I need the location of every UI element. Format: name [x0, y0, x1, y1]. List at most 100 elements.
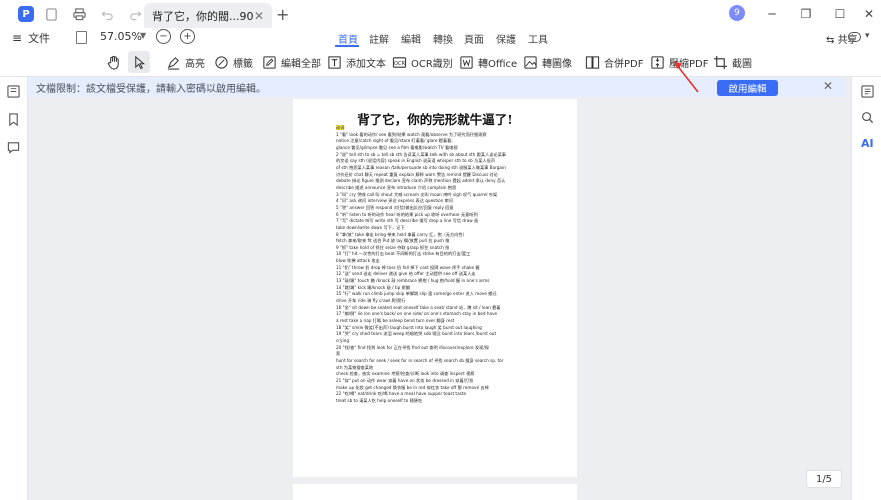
- left-sidebar: [0, 77, 28, 500]
- select-tool[interactable]: [128, 51, 150, 73]
- highlight-button[interactable]: 高亮: [166, 51, 205, 73]
- compress-icon: [650, 55, 665, 70]
- document-line: take down/write down 写下，记下: [336, 224, 405, 230]
- edit-icon: [262, 55, 277, 70]
- document-line: 20 "找/查" find 找到 look for 正在寻找 find out …: [336, 344, 489, 350]
- document-line: 11 "扔" throw 扔 drop 掉 toss 扔 fall 掉下 cas…: [336, 264, 480, 270]
- document-line: 13 "敲/踢" touch 触 /knock 敲 /embrace 拥抱 / …: [336, 278, 490, 284]
- screenshot-button[interactable]: 截圖: [713, 51, 752, 73]
- document-line: crying: [336, 338, 349, 343]
- search-icon[interactable]: [861, 111, 874, 124]
- new-tab-icon[interactable]: +: [276, 5, 289, 24]
- merge-icon: [585, 55, 600, 70]
- add-text-label: 添加文本: [346, 58, 386, 70]
- merge-pdf-label: 合併PDF: [604, 58, 644, 70]
- add-text-icon: [327, 55, 342, 70]
- document-line: notice 注意/catch sight of 看见/stare 盯着看/ g…: [336, 138, 453, 144]
- tab-convert[interactable]: 轉換: [433, 31, 453, 46]
- document-line: 17 "躺/倒" lie /on one's back/ on one side…: [336, 311, 498, 317]
- ribbon-toolbar: 高亮 標籤 編輯全部 添加文本 OCR OCR識別 轉Office 轉圖像 合併…: [0, 47, 881, 77]
- redo-icon[interactable]: [124, 3, 146, 25]
- area-button[interactable]: 標籤: [214, 51, 253, 73]
- document-line: 22 "吃/喝" eat/drink 吃/喝 have a meal have …: [336, 391, 467, 397]
- document-line: 5 "答" answer 回答 respond 对(信)做出反应/回复 repl…: [336, 204, 454, 210]
- zoom-in-icon[interactable]: +: [180, 29, 195, 44]
- more-dropdown-icon[interactable]: ▾: [865, 31, 870, 41]
- page-view-icon[interactable]: [76, 31, 87, 44]
- merge-pdf-button[interactable]: 合併PDF: [585, 51, 643, 73]
- tab-home[interactable]: 首頁: [338, 31, 358, 46]
- tab-protect[interactable]: 保護: [496, 31, 516, 46]
- restore-icon[interactable]: ❐: [796, 4, 816, 24]
- menu-row: ≡ 文件 57.05% ▼ − + 首頁 註解 編輯 轉換 頁面 保護 工具 ⇆…: [0, 28, 881, 47]
- tab-page[interactable]: 頁面: [464, 31, 484, 46]
- user-avatar[interactable]: 9: [729, 5, 745, 21]
- tab-edit[interactable]: 編輯: [401, 31, 421, 46]
- bookmark-icon[interactable]: [7, 113, 20, 127]
- comment-icon[interactable]: [7, 141, 20, 154]
- document-line: 4 "问" ask 询问 interview 采访 express 表达 que…: [336, 198, 454, 204]
- ai-assistant-icon[interactable]: AI: [861, 137, 874, 150]
- document-line: 8 "拿/放" take 拿走 bring 带来 hold 拿着 carry 扛…: [336, 231, 467, 237]
- hand-icon: [106, 55, 121, 70]
- document-line: make up 化妆 get changed 换衣服 be in red 穿红衣…: [336, 384, 489, 390]
- to-image-button[interactable]: 轉圖像: [523, 51, 572, 73]
- red-arrow-annotation: [674, 61, 699, 93]
- highlighted-heading: 动词: [336, 125, 564, 132]
- close-window-icon[interactable]: ✕: [859, 4, 879, 24]
- minimize-icon[interactable]: ─: [762, 4, 782, 24]
- document-line: hunt for search for seek / seek for in s…: [336, 357, 504, 363]
- document-tab[interactable]: 背了它，你的閥...90了.pdf ✕: [144, 3, 272, 28]
- tab-title: 背了它，你的閥...90了.pdf: [152, 9, 254, 23]
- document-line: sth 为某物搜查某地: [336, 364, 374, 370]
- document-line: 9 "抓" take hold of 抓住 seize 夺取 grasp 抓住 …: [336, 244, 450, 250]
- file-menu[interactable]: ≡ 文件: [12, 30, 50, 46]
- edit-all-button[interactable]: 編輯全部: [262, 51, 321, 73]
- tab-tools[interactable]: 工具: [528, 31, 548, 46]
- document-line: 14 "跳/踢" kick 踢/knock 敲 / tip 掀翻: [336, 284, 411, 290]
- hand-tool[interactable]: [102, 51, 124, 73]
- notice-text: 文檔限制：該文檔受保護，請輸入密碼以啟用編輯。: [36, 84, 266, 95]
- document-line: 21 "穿" put on 动作 wear 穿着 have on 状态 be d…: [336, 377, 474, 383]
- screenshot-label: 截圖: [732, 58, 752, 70]
- zoom-level[interactable]: 57.05%: [100, 30, 142, 43]
- document-line: 6 "听" listen to 听的动作 hear 听的结果 pick up 收…: [336, 211, 478, 217]
- new-document-icon[interactable]: [40, 3, 62, 25]
- app-logo-icon: P: [18, 6, 34, 22]
- area-icon: [214, 55, 229, 70]
- right-sidebar: AI: [851, 77, 881, 500]
- ocr-button[interactable]: OCR OCR識別: [392, 51, 453, 73]
- document-line: a rest take a nap 打盹 be asleep bend turn…: [336, 318, 455, 324]
- zoom-dropdown-icon[interactable]: ▼: [140, 31, 146, 40]
- cloud-icon[interactable]: [848, 32, 861, 42]
- document-line: glance 瞥见/glimpse 瞥见 see a film 看电影/watc…: [336, 144, 458, 150]
- to-office-button[interactable]: 轉Office: [459, 51, 517, 73]
- to-image-label: 轉圖像: [542, 58, 572, 70]
- document-line: 7 "写" dictate 听写 write sth 写 describe 描写…: [336, 218, 479, 224]
- thumbnail-icon[interactable]: [7, 85, 20, 98]
- enable-editing-button[interactable]: 啟用編輯: [717, 80, 778, 96]
- document-line: blow 吹拂 attack 攻击: [336, 258, 380, 264]
- undo-icon[interactable]: [96, 3, 118, 25]
- share-icon: ⇆: [826, 35, 838, 46]
- maximize-icon[interactable]: ☐: [830, 4, 850, 24]
- document-line: treat sb to 请某人吃 help oneself to 随便吃: [336, 397, 423, 403]
- document-line: check 检查，核实 examine 考察/检查/诊断 look into 调…: [336, 371, 475, 377]
- document-line: 1 "看" look 看的动作/ see 看到/结果 watch 观看/obse…: [336, 131, 487, 137]
- print-icon[interactable]: [68, 3, 90, 25]
- notice-close-icon[interactable]: ✕: [823, 79, 833, 93]
- to-office-label: 轉Office: [478, 58, 518, 70]
- area-label: 標籤: [233, 58, 253, 70]
- zoom-out-icon[interactable]: −: [156, 29, 171, 44]
- highlighter-icon: [166, 55, 181, 70]
- tab-annotate[interactable]: 註解: [369, 31, 389, 46]
- document-line: 索: [336, 351, 341, 357]
- document-line: describe 描述 announce 宣布 introduce 介绍 com…: [336, 184, 457, 190]
- office-icon: [459, 55, 474, 70]
- add-text-button[interactable]: 添加文本: [327, 51, 386, 73]
- crop-icon: [713, 55, 728, 70]
- properties-icon[interactable]: [861, 85, 874, 98]
- title-bar: P ▾ 背了它，你的閥...90了.pdf ✕ + 9 ─ ❐ ☐ ✕: [0, 0, 881, 28]
- tab-close-icon[interactable]: ✕: [254, 9, 264, 23]
- protection-notice-bar: 文檔限制：該文檔受保護，請輸入密碼以啟用編輯。 啟用編輯 ✕: [28, 77, 846, 97]
